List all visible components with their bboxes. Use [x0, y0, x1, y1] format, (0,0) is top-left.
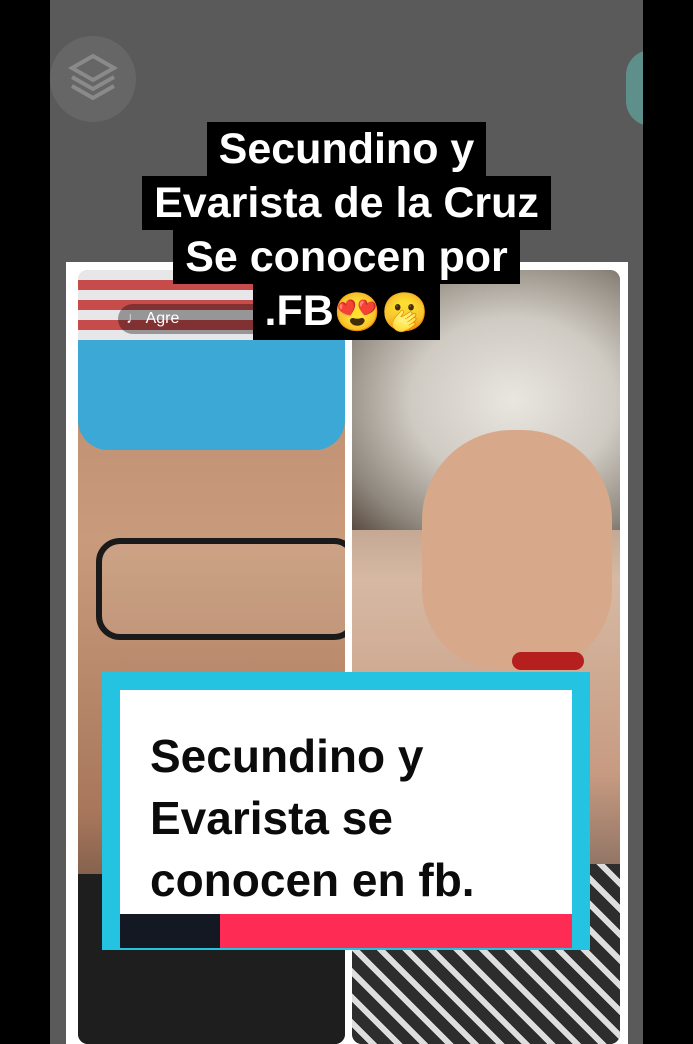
title-line-1: Secundino y	[206, 122, 487, 176]
face	[422, 430, 612, 670]
emoji-group: 😍🫢	[333, 292, 429, 334]
caption-text: Secundino y Evarista se conocen en fb.	[150, 725, 570, 911]
caption-bar-dark	[120, 914, 220, 948]
caption-bar-pink	[220, 914, 572, 948]
title-line-3: Se conocen por	[173, 230, 520, 284]
side-action-button[interactable]	[626, 50, 643, 126]
caption-line-3: conocen en fb.	[150, 854, 475, 906]
title-line-4: .FB😍🫢	[252, 284, 441, 340]
title-line-2: Evarista de la Cruz	[142, 176, 551, 230]
caption-line-2: Evarista se	[150, 792, 393, 844]
caption-line-1: Secundino y	[150, 730, 424, 782]
glasses	[96, 538, 345, 640]
lips	[512, 652, 584, 670]
layers-icon	[66, 50, 120, 109]
blue-cap	[78, 340, 345, 450]
layers-button[interactable]	[50, 36, 136, 122]
title-overlay: Secundino y Evarista de la Cruz Se conoc…	[0, 122, 693, 340]
title-line-4-text: .FB	[264, 287, 334, 335]
